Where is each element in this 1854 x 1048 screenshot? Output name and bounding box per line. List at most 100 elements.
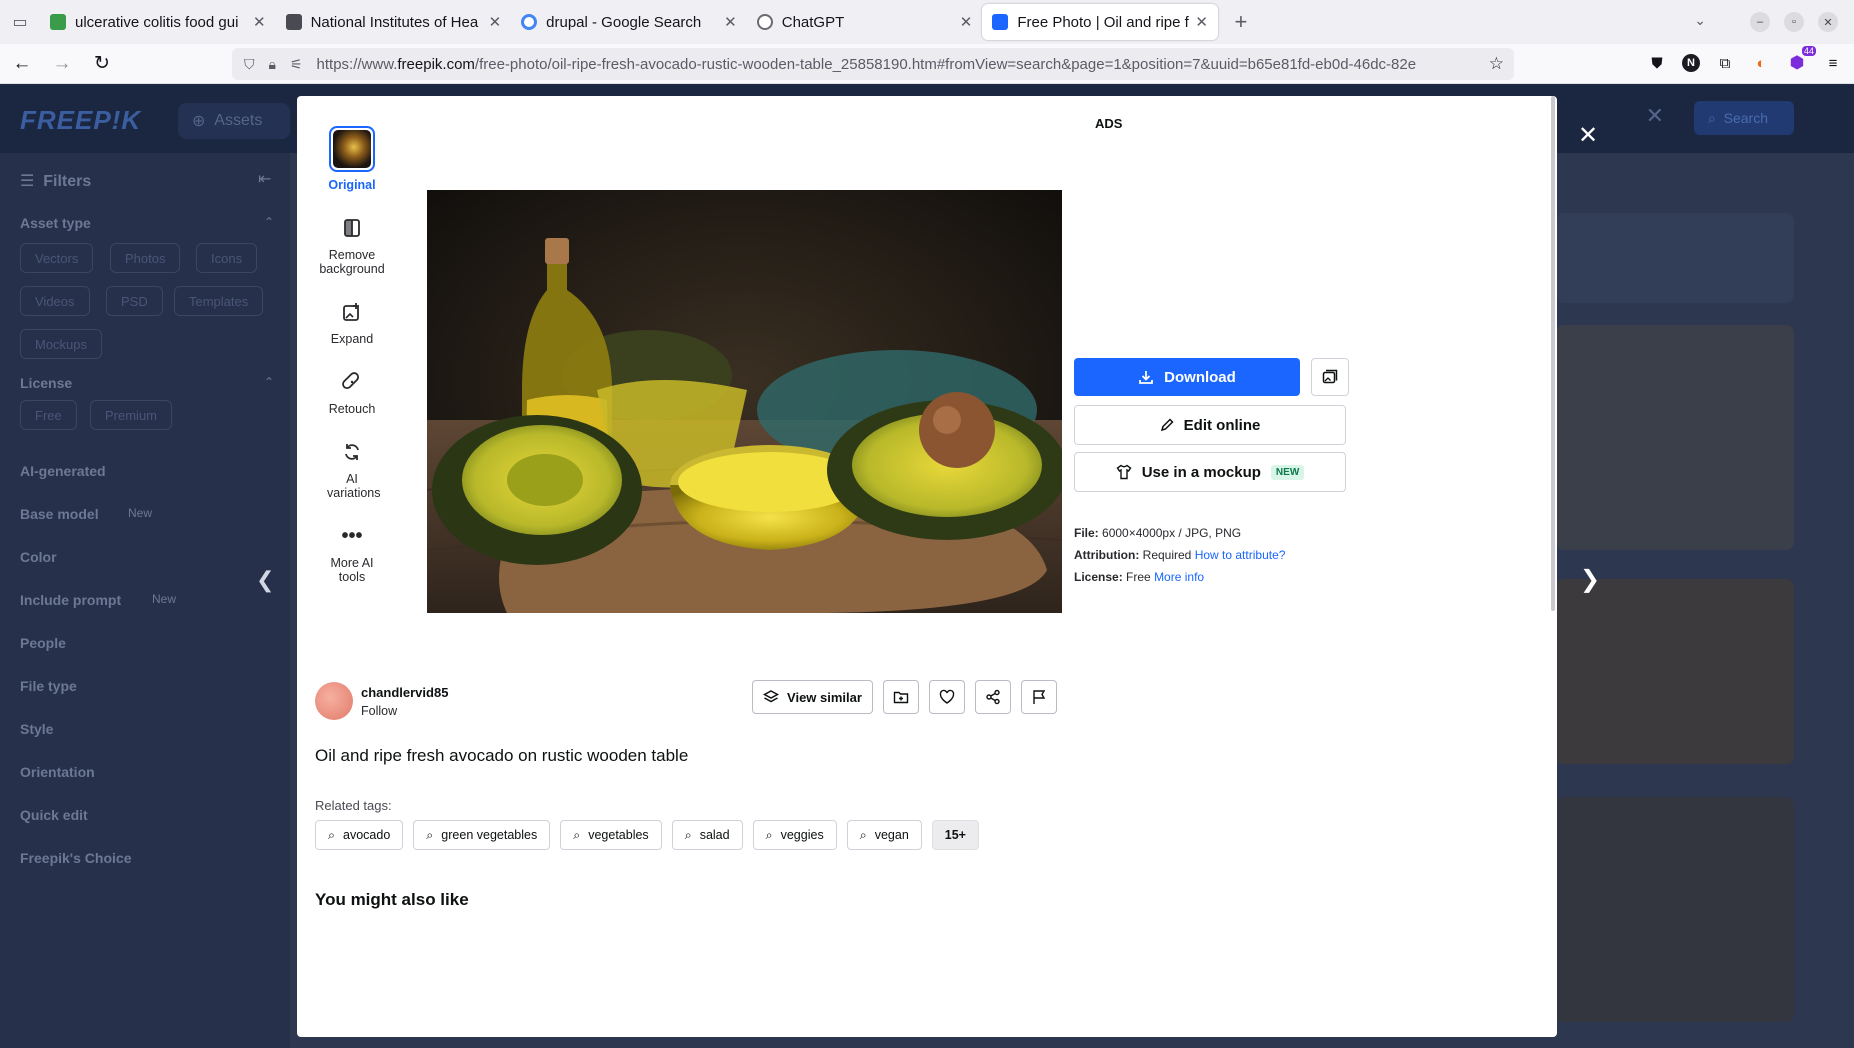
reload-icon[interactable]: ↻	[84, 48, 120, 80]
search-button: ⌕ Search	[1694, 101, 1794, 135]
filters-title: ☰ Filters	[20, 173, 92, 190]
search-icon: ⌕	[684, 827, 692, 842]
modal-close-icon[interactable]: ✕	[1578, 121, 1598, 150]
previous-image-arrow-icon[interactable]: ❮	[256, 567, 274, 593]
result-card	[1556, 579, 1794, 764]
tool-original[interactable]: Original	[297, 126, 407, 192]
how-to-attribute-link[interactable]: How to attribute?	[1195, 548, 1286, 562]
new-tab-button[interactable]: +	[1226, 9, 1256, 35]
view-similar-button[interactable]: View similar	[752, 680, 873, 714]
tag-green-vegetables[interactable]: ⌕ green vegetables	[413, 820, 551, 850]
bg-close-icon: ✕	[1645, 103, 1664, 128]
tab-close-icon[interactable]: ✕	[489, 13, 502, 31]
more-tags-button[interactable]: 15+	[931, 820, 979, 850]
tag-veggies[interactable]: ⌕ veggies	[752, 820, 837, 850]
tag-avocado[interactable]: ⌕ avocado	[315, 820, 404, 850]
bookmark-star-icon[interactable]: ☆	[1489, 54, 1504, 74]
tag-vegan[interactable]: ⌕ vegan	[846, 820, 922, 850]
license-row: License: Free More info	[1074, 570, 1205, 584]
browser-tab-1[interactable]: National Institutes of Hea ✕	[276, 4, 512, 40]
account-n-icon[interactable]: N	[1682, 54, 1700, 72]
tool-label: Remove background	[319, 248, 385, 276]
like-button[interactable]	[929, 680, 965, 714]
result-card	[1556, 213, 1794, 303]
tab-close-icon[interactable]: ✕	[253, 13, 266, 31]
window-close-icon[interactable]: ✕	[1818, 12, 1838, 32]
filter-quick-edit: Quick edit	[20, 807, 88, 823]
file-metadata: File: 6000×4000px / JPG, PNG Attribution…	[1074, 522, 1285, 588]
heart-icon	[939, 689, 955, 704]
tool-label: Expand	[330, 332, 374, 346]
window-controls: – ▫ ✕	[1750, 12, 1838, 32]
tool-remove-background[interactable]: Remove background	[297, 214, 407, 276]
modal-scrollbar[interactable]	[1551, 96, 1555, 611]
ai-variations-icon	[338, 438, 366, 466]
freepik-favicon	[992, 14, 1009, 30]
lock-icon[interactable]: 🔒︎	[269, 56, 276, 73]
browser-tab-3[interactable]: ChatGPT ✕	[747, 4, 983, 40]
author-name[interactable]: chandlervid85	[361, 685, 448, 700]
use-in-mockup-button[interactable]: Use in a mockup NEW	[1074, 452, 1346, 492]
tab-favicon	[285, 14, 302, 30]
main-photo[interactable]	[427, 190, 1062, 613]
chip-free: Free	[20, 400, 77, 430]
chip-psd: PSD	[106, 286, 163, 316]
minimize-icon[interactable]: –	[1750, 12, 1770, 32]
chip-videos: Videos	[20, 286, 90, 316]
tag-salad[interactable]: ⌕ salad	[671, 820, 743, 850]
tab-close-icon[interactable]: ✕	[960, 13, 973, 31]
pocket-icon[interactable]: ⛊	[1646, 52, 1668, 74]
more-info-link[interactable]: More info	[1154, 570, 1204, 584]
tab-list-icon[interactable]: ▭	[0, 0, 40, 44]
avatar[interactable]	[315, 682, 353, 720]
report-button[interactable]	[1021, 680, 1057, 714]
follow-button[interactable]: Follow	[361, 704, 448, 718]
tool-ai-variations[interactable]: AI variations	[297, 438, 407, 500]
tool-expand[interactable]: Expand	[297, 298, 407, 346]
edit-online-button[interactable]: Edit online	[1074, 405, 1346, 445]
chevron-down-icon[interactable]: ⌄	[1694, 12, 1706, 29]
forward-icon[interactable]: →	[44, 48, 80, 80]
more-dots-icon: •••	[341, 524, 363, 547]
color-extension-icon[interactable]: ◐	[1750, 52, 1772, 74]
tshirt-icon	[1116, 464, 1132, 480]
purple-extension-icon[interactable]: ⬢ 44	[1786, 46, 1816, 74]
google-icon	[521, 14, 538, 30]
maximize-icon[interactable]: ▫	[1784, 12, 1804, 32]
back-icon[interactable]: ←	[4, 48, 40, 80]
browser-tab-2[interactable]: drupal - Google Search ✕	[511, 4, 747, 40]
next-image-arrow-icon[interactable]: ❯	[1580, 565, 1600, 594]
search-icon: ⌕	[859, 827, 867, 842]
tool-more-ai-tools[interactable]: ••• More AI tools	[297, 522, 407, 585]
tab-close-icon[interactable]: ✕	[724, 13, 737, 31]
related-tags: ⌕ avocado ⌕ green vegetables ⌕ vegetables ⌕…	[315, 820, 979, 850]
browser-tabbar: ▭ ulcerative colitis food gui ✕ National…	[0, 0, 1854, 44]
url-bar[interactable]: ⛉ 🔒︎ ⚟ https://www.freepik.com/free-phot…	[232, 48, 1514, 80]
browser-tab-0[interactable]: ulcerative colitis food gui ✕	[40, 4, 276, 40]
image-options-button[interactable]	[1311, 358, 1349, 396]
use-in-mockup-label: Use in a mockup	[1141, 463, 1261, 481]
chatgpt-icon	[756, 14, 773, 30]
shield-icon[interactable]: ⛉	[244, 56, 255, 73]
permissions-icon[interactable]: ⚟	[290, 56, 303, 73]
share-button[interactable]	[975, 680, 1011, 714]
menu-icon[interactable]: ≡	[1822, 52, 1844, 74]
download-button[interactable]: Download	[1074, 358, 1300, 396]
tab-title: National Institutes of Hea	[310, 13, 479, 31]
browser-tab-4[interactable]: Free Photo | Oil and ripe f ✕	[982, 4, 1218, 40]
tool-label: More AI tools	[330, 556, 374, 584]
filters-sidebar: ☰ Filters ⇤ Asset type ⌃ Vectors Photos …	[0, 153, 290, 1048]
save-to-collection-button[interactable]	[883, 680, 919, 714]
chip-icons: Icons	[196, 243, 258, 273]
freepik-logo: FREEP!K	[20, 105, 142, 135]
tab-close-icon[interactable]: ✕	[1195, 13, 1208, 31]
layers-icon	[763, 690, 780, 703]
extensions-icon[interactable]: ⧉	[1714, 52, 1736, 74]
filter-style: Style	[20, 721, 54, 737]
tag-vegetables[interactable]: ⌕ vegetables	[560, 820, 662, 850]
chevron-up-icon: ⌃	[264, 375, 275, 389]
filter-orientation: Orientation	[20, 764, 95, 780]
tool-retouch[interactable]: Retouch	[297, 368, 407, 416]
share-icon	[986, 689, 1000, 705]
chip-mockups: Mockups	[20, 329, 103, 359]
